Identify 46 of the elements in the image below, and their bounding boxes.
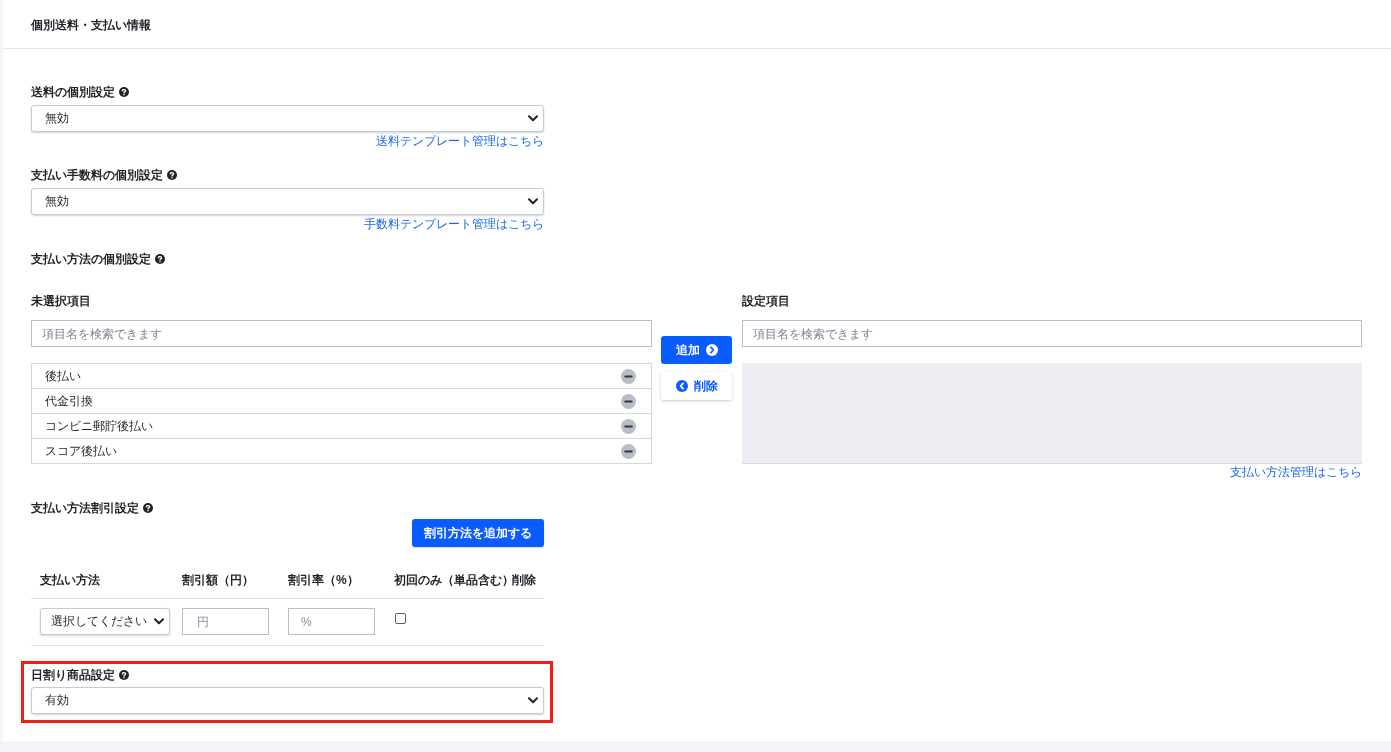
dropdown[interactable]: 無効 <box>31 105 544 132</box>
remove-button[interactable]: 削除 <box>661 372 732 400</box>
search-field[interactable]: 項目名を検索できます <box>742 320 1362 347</box>
chevron-left-circle-icon <box>675 380 688 392</box>
column-header: 支払い方法 <box>40 573 100 587</box>
search-field[interactable]: 項目名を検索できます <box>31 320 652 347</box>
input-field[interactable]: 円 <box>182 608 269 635</box>
chevron-down-icon <box>528 697 538 704</box>
dropdown[interactable]: 選択してください <box>40 608 170 635</box>
field-label: 日割り商品設定 <box>31 667 115 683</box>
chevron-down-icon <box>154 618 164 625</box>
add-button[interactable]: 追加 <box>661 336 732 364</box>
text-link[interactable]: 支払い方法管理はこちら <box>1230 464 1362 480</box>
help-icon[interactable] <box>167 170 177 180</box>
chevron-down-icon <box>528 198 538 205</box>
help-icon[interactable] <box>119 670 129 680</box>
dropdown[interactable]: 有効 <box>31 687 544 714</box>
field-label: 支払い方法の個別設定 <box>31 251 151 267</box>
chevron-right-circle-icon <box>705 344 718 356</box>
minus-circle-icon[interactable] <box>621 443 636 459</box>
minus-circle-icon[interactable] <box>621 368 636 384</box>
chevron-down-icon <box>528 115 538 122</box>
list-item[interactable]: 後払い <box>32 364 651 388</box>
list-item[interactable]: 代金引換 <box>32 388 651 413</box>
list-heading: 未選択項目 <box>31 293 91 309</box>
section-title: 個別送料・支払い情報 <box>31 17 151 33</box>
column-header: 割引額（円） <box>182 573 254 587</box>
list-item[interactable]: スコア後払い <box>32 438 651 463</box>
field-label: 支払い手数料の個別設定 <box>31 167 163 183</box>
dropdown[interactable]: 無効 <box>31 188 544 215</box>
list-item[interactable]: コンビニ郵貯後払い <box>32 413 651 438</box>
text-link[interactable]: 手数料テンプレート管理はこちら <box>364 216 544 232</box>
column-header: 割引率（%） <box>288 573 359 587</box>
help-icon[interactable] <box>119 87 129 97</box>
help-icon[interactable] <box>143 503 153 513</box>
column-header: 削除 <box>512 573 536 587</box>
field-label: 送料の個別設定 <box>31 84 115 100</box>
text-link[interactable]: 送料テンプレート管理はこちら <box>376 133 544 149</box>
checkbox[interactable] <box>395 613 406 624</box>
input-field[interactable]: % <box>288 608 375 635</box>
minus-circle-icon[interactable] <box>621 418 636 434</box>
add-discount-button[interactable]: 割引方法を追加する <box>412 519 544 547</box>
list-heading: 設定項目 <box>742 293 790 309</box>
field-label: 支払い方法割引設定 <box>31 500 139 516</box>
minus-circle-icon[interactable] <box>621 393 636 409</box>
help-icon[interactable] <box>155 254 165 264</box>
